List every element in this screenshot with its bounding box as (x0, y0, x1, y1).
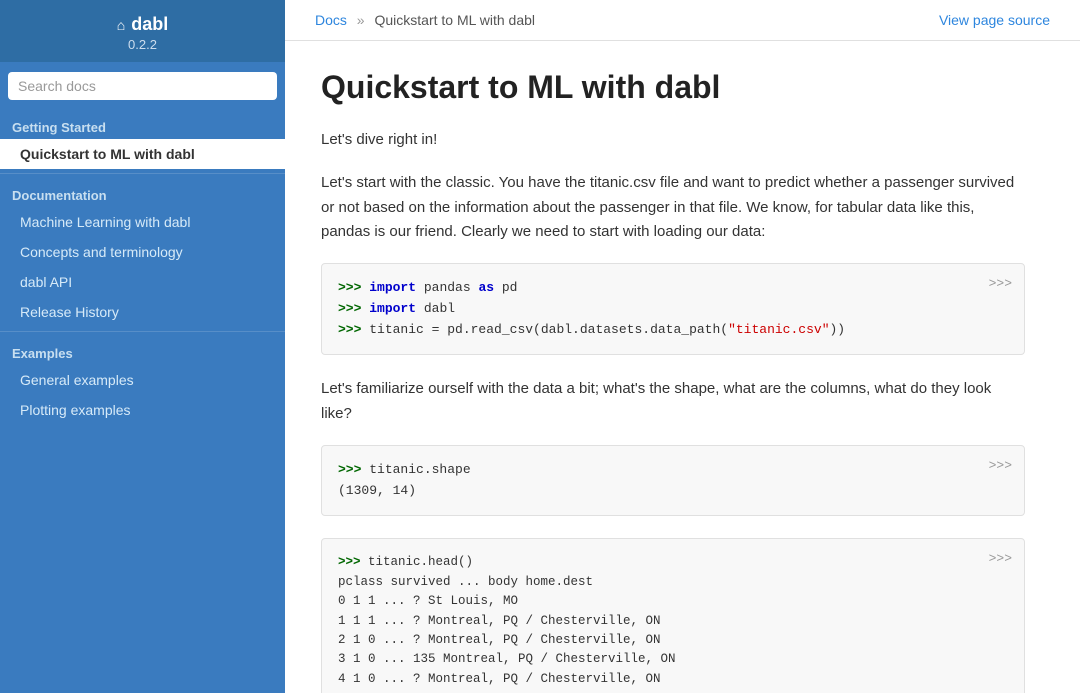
code-table-row-4: 4 1 0 ... ? Montreal, PQ / Chesterville,… (338, 670, 1008, 689)
breadcrumb-separator: » (357, 12, 365, 28)
code-expand-icon-3[interactable]: >>> (989, 549, 1012, 570)
code-expand-icon-2[interactable]: >>> (989, 456, 1012, 477)
code-line-shape-2: (1309, 14) (338, 481, 1008, 502)
intro-paragraph: Let's dive right in! (321, 128, 1025, 153)
code-line-1: >>> import pandas as pd (338, 278, 1008, 299)
code-expand-icon-1[interactable]: >>> (989, 274, 1012, 295)
nav-item-quickstart[interactable]: Quickstart to ML with dabl (0, 139, 285, 169)
nav-item-concepts[interactable]: Concepts and terminology (0, 237, 285, 267)
page-title: Quickstart to ML with dabl (321, 69, 1025, 106)
nav-item-dabl-api[interactable]: dabl API (0, 267, 285, 297)
code-table-row-1: 1 1 1 ... ? Montreal, PQ / Chesterville,… (338, 612, 1008, 631)
nav-section-getting-started: Getting Started (0, 110, 285, 139)
nav-item-plotting-examples[interactable]: Plotting examples (0, 395, 285, 425)
view-page-source-link[interactable]: View page source (939, 12, 1050, 28)
code-block-3: >>> >>> titanic.head() pclass survived .… (321, 538, 1025, 693)
breadcrumb-current: Quickstart to ML with dabl (374, 12, 535, 28)
code-block-2: >>> >>> titanic.shape (1309, 14) (321, 445, 1025, 517)
search-wrapper (0, 62, 285, 110)
breadcrumb-docs-link[interactable]: Docs (315, 12, 347, 28)
search-input[interactable] (8, 72, 277, 100)
nav-item-general-examples[interactable]: General examples (0, 365, 285, 395)
code-line-2: >>> import dabl (338, 299, 1008, 320)
sidebar-header: ⌂ dabl 0.2.2 (0, 0, 285, 62)
code-table-header-command: >>> titanic.head() (338, 553, 1008, 572)
sidebar-title: dabl (131, 14, 168, 35)
code-block-1: >>> >>> import pandas as pd >>> import d… (321, 263, 1025, 355)
code-line-3: >>> titanic = pd.read_csv(dabl.datasets.… (338, 320, 1008, 341)
topbar: Docs » Quickstart to ML with dabl View p… (285, 0, 1080, 41)
sidebar: ⌂ dabl 0.2.2 Getting Started Quickstart … (0, 0, 285, 693)
nav-divider-1 (0, 173, 285, 174)
nav-item-release-history[interactable]: Release History (0, 297, 285, 327)
code-table-row-3: 3 1 0 ... 135 Montreal, PQ / Chestervill… (338, 650, 1008, 669)
home-icon: ⌂ (117, 17, 125, 33)
code-table-row-2: 2 1 0 ... ? Montreal, PQ / Chesterville,… (338, 631, 1008, 650)
body-paragraph-2: Let's familiarize ourself with the data … (321, 377, 1025, 427)
code-line-shape-1: >>> titanic.shape (338, 460, 1008, 481)
code-table: >>> titanic.head() pclass survived ... b… (338, 553, 1008, 693)
nav-section-documentation: Documentation (0, 178, 285, 207)
code-table-row-0: 0 1 1 ... ? St Louis, MO (338, 592, 1008, 611)
page-content: Quickstart to ML with dabl Let's dive ri… (285, 41, 1065, 693)
main-content-area: Docs » Quickstart to ML with dabl View p… (285, 0, 1080, 693)
body-paragraph-1: Let's start with the classic. You have t… (321, 171, 1025, 245)
nav-item-machine-learning[interactable]: Machine Learning with dabl (0, 207, 285, 237)
breadcrumb: Docs » Quickstart to ML with dabl (315, 12, 535, 28)
nav-section-examples: Examples (0, 336, 285, 365)
sidebar-version: 0.2.2 (10, 37, 275, 52)
code-table-col-headers: pclass survived ... body home.dest (338, 573, 1008, 592)
nav-divider-2 (0, 331, 285, 332)
